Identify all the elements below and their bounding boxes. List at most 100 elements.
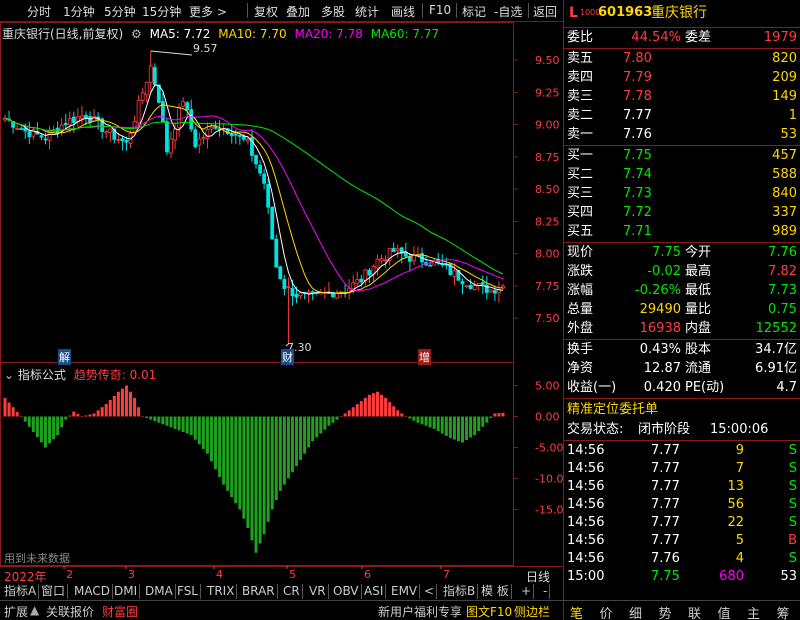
indicator-bar xyxy=(3,397,7,417)
toolbar-5min[interactable]: 5分钟 xyxy=(104,3,136,20)
indicator-bar xyxy=(214,416,218,470)
chevron-down-icon[interactable]: ⌄ xyxy=(4,368,14,382)
tab-macd[interactable]: MACD xyxy=(72,584,113,599)
ask-row: 卖二 7.77 1 xyxy=(567,108,797,123)
tab-fsl[interactable]: FSL xyxy=(175,584,201,599)
indicator-bar xyxy=(60,416,64,428)
candle-body xyxy=(136,99,141,124)
toolbar-mark[interactable]: 标记 xyxy=(462,3,486,20)
stat-value: 6.91亿 xyxy=(755,361,797,376)
indicator-bar xyxy=(335,416,339,420)
indicator-bar xyxy=(359,401,363,417)
panel-tab[interactable]: 价 xyxy=(600,603,613,620)
tab-emv[interactable]: EMV xyxy=(389,584,421,599)
ask-row: 卖四 7.79 209 xyxy=(567,70,797,85)
toolbar-adjust[interactable]: 复权 xyxy=(254,3,278,20)
status-sidebar[interactable]: 侧边栏 xyxy=(514,603,550,620)
indicator-bar xyxy=(177,416,181,431)
candle-body xyxy=(144,81,149,96)
indicator-bar xyxy=(408,416,412,419)
future-data-note: 用到未来数据 xyxy=(4,552,70,565)
indicator-bar xyxy=(258,416,262,544)
toolbar-draw[interactable]: 画线 xyxy=(391,3,415,20)
tab-brar[interactable]: BRAR xyxy=(240,584,278,599)
candle-body xyxy=(104,131,109,134)
indicator-tick-label: 5.00 xyxy=(535,380,560,393)
expand-arrow-icon[interactable]: ▲ xyxy=(30,603,39,617)
toolbar-back[interactable]: 返回 xyxy=(533,3,557,20)
toolbar-1min[interactable]: 1分钟 xyxy=(63,3,95,20)
indicator-formula-label[interactable]: 指标公式 xyxy=(18,368,66,382)
bid-volume: 588 xyxy=(772,167,797,182)
toolbar-intraday[interactable]: 分时 xyxy=(27,3,51,20)
chart-toolbar: 分时 1分钟 5分钟 15分钟 更多 > 复权 叠加 多股 统计 画线 F10 … xyxy=(0,0,563,22)
indicator-bar xyxy=(218,416,222,477)
candle-body xyxy=(379,258,384,262)
panel-tab[interactable]: 细 xyxy=(629,603,642,620)
stat-value: 7.75 xyxy=(652,245,681,260)
tick-row: 14:56 7.77 5 B xyxy=(567,533,797,548)
precise-order-title[interactable]: 精准定位委托单 xyxy=(564,401,800,419)
toolbar-stats[interactable]: 统计 xyxy=(355,3,379,20)
indicator-bar xyxy=(388,402,392,417)
status-f10[interactable]: 图文F10 xyxy=(466,603,512,620)
toolbar-f10[interactable]: F10 xyxy=(429,3,451,17)
tab-template[interactable]: 模 板 xyxy=(479,584,512,599)
tab-window[interactable]: 窗口 xyxy=(39,584,69,599)
tab-dma[interactable]: DMA xyxy=(143,584,176,599)
ask-volume: 149 xyxy=(772,89,797,104)
indicator-bar xyxy=(351,407,355,417)
status-new-user-benefit[interactable]: 新用户福利专享 xyxy=(378,603,462,620)
indicator-tabs: 指标A 窗口 MACD DMI DMA FSL TRIX BRAR CR VR … xyxy=(0,583,563,600)
status-related-quotes[interactable]: 关联报价 xyxy=(46,603,94,620)
indicator-bar xyxy=(56,416,60,436)
indicator-bar xyxy=(230,416,234,498)
tab-vr[interactable]: VR xyxy=(307,584,329,599)
tab-zoom-in[interactable]: + xyxy=(519,584,535,599)
tab-indicator-a[interactable]: 指标A xyxy=(2,584,40,599)
indicator-bar xyxy=(282,416,286,485)
tab-trix[interactable]: TRIX xyxy=(205,584,238,599)
panel-tab[interactable]: 主 xyxy=(747,603,760,620)
tab-dmi[interactable]: DMI xyxy=(112,584,141,599)
candle-body xyxy=(472,285,477,290)
panel-tab[interactable]: 联 xyxy=(688,603,701,620)
toolbar-overlay[interactable]: 叠加 xyxy=(286,3,310,20)
marker-finance[interactable]: 财 xyxy=(281,349,294,365)
time-month-4: 4 xyxy=(216,568,223,581)
time-month-3: 3 xyxy=(128,568,135,581)
candle-body xyxy=(286,286,291,288)
indicator-bar xyxy=(501,412,505,417)
tab-asi[interactable]: ASI xyxy=(362,584,387,599)
status-wealth-circle[interactable]: 财富圈 xyxy=(102,603,138,620)
toolbar-multi[interactable]: 多股 xyxy=(321,3,345,20)
tab-obv[interactable]: OBV xyxy=(331,584,362,599)
indicator-bar xyxy=(238,416,242,510)
panel-tab[interactable]: 笔 xyxy=(570,603,583,620)
indicator-bar xyxy=(380,394,384,417)
tab-cr[interactable]: CR xyxy=(281,584,303,599)
panel-tab[interactable]: 势 xyxy=(659,603,672,620)
bid-volume: 840 xyxy=(772,186,797,201)
marker-increase[interactable]: 增 xyxy=(418,349,431,365)
panel-tab[interactable]: 筹 xyxy=(777,603,790,620)
tab-scroll-left[interactable]: < xyxy=(422,584,438,599)
kline-chart[interactable]: 9.50 9.25 9.00 8.75 8.50 8.25 8.00 7.75 7.50 5.0… xyxy=(0,22,563,569)
toolbar-more[interactable]: 更多 > xyxy=(189,3,227,20)
toolbar-remove-watchlist[interactable]: -自选 xyxy=(494,3,522,20)
panel-tab[interactable]: 值 xyxy=(718,603,731,620)
status-expand[interactable]: 扩展 xyxy=(4,603,28,620)
candle-body xyxy=(108,128,113,133)
marker-unlock[interactable]: 解 xyxy=(58,349,71,365)
bid-price: 7.74 xyxy=(623,167,652,182)
toolbar-15min[interactable]: 15分钟 xyxy=(142,3,181,20)
settings-icon[interactable]: ⚙ xyxy=(131,27,142,41)
indicator-bar xyxy=(250,416,254,541)
indicator-bar xyxy=(96,410,100,417)
candle-body xyxy=(193,129,198,148)
tab-zoom-out[interactable]: - xyxy=(541,584,551,599)
candle-body xyxy=(209,126,214,130)
chart-title: 重庆银行(日线,前复权) xyxy=(2,27,124,41)
ask-row: 卖三 7.78 149 xyxy=(567,89,797,104)
tab-indicator-b[interactable]: 指标B xyxy=(441,584,479,599)
